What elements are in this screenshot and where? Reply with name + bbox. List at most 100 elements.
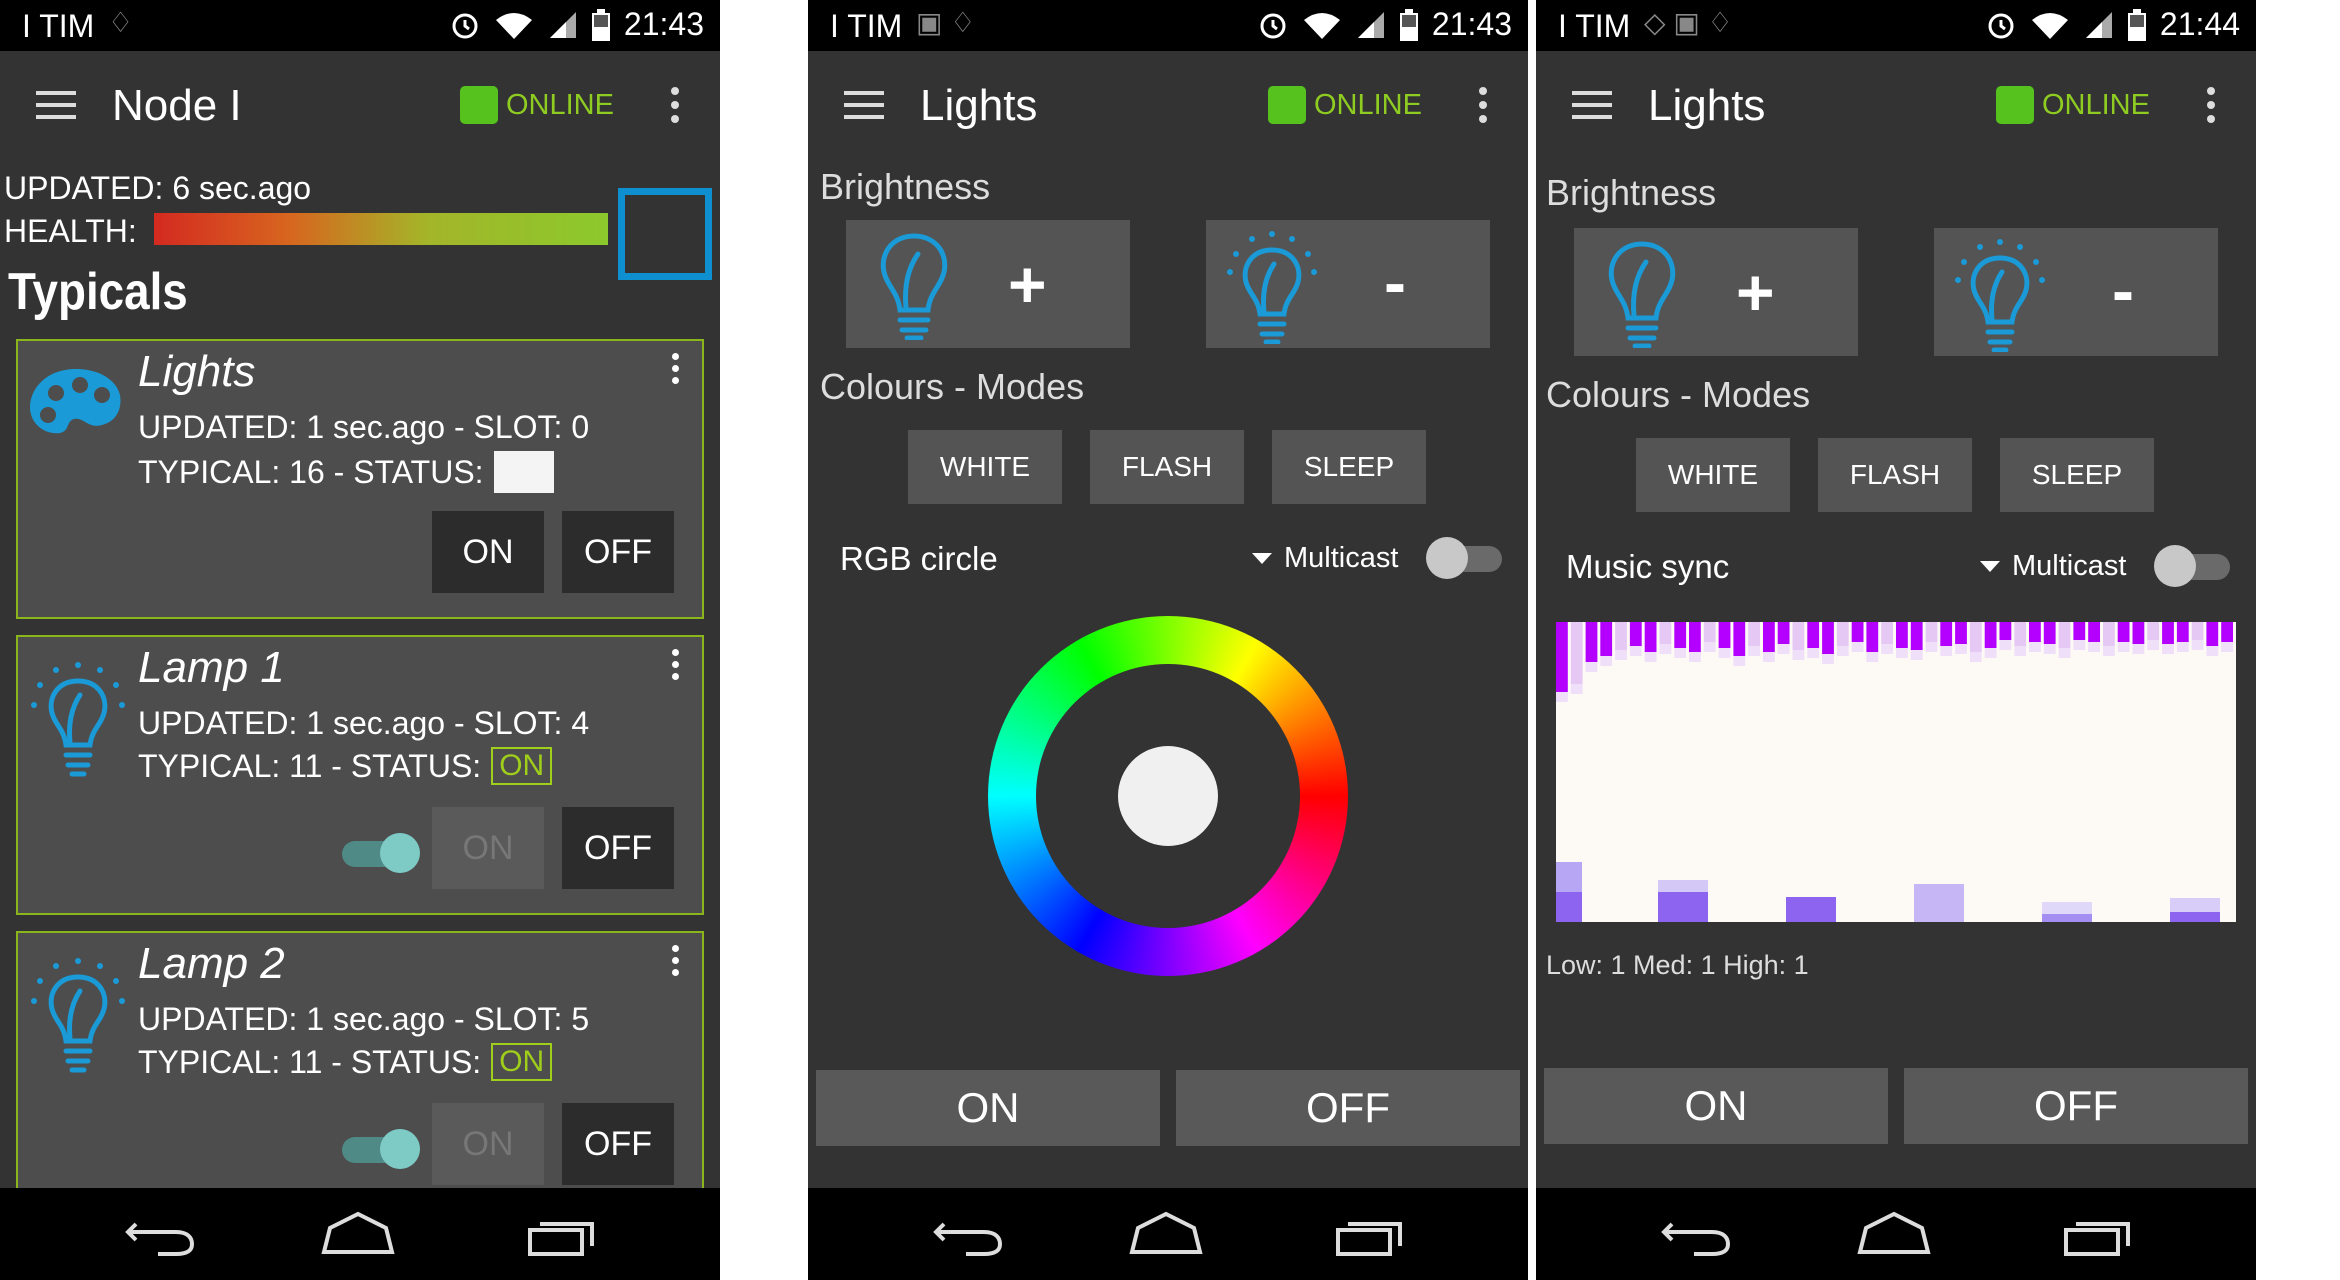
off-button[interactable]: OFF xyxy=(562,807,674,889)
card-overflow-icon[interactable] xyxy=(670,945,680,981)
lamp-toggle[interactable] xyxy=(342,1129,420,1169)
spectrum-peak-shadow xyxy=(1703,642,1716,652)
home-icon[interactable] xyxy=(320,1206,396,1262)
spectrum-peak xyxy=(2103,622,2115,646)
brightness-up-button[interactable]: + xyxy=(1574,228,1858,356)
spectrum-peak xyxy=(1910,622,1923,650)
back-icon[interactable] xyxy=(124,1206,196,1262)
spectrum-peak-shadow xyxy=(1733,656,1746,666)
brightness-down-button[interactable]: - xyxy=(1206,220,1490,348)
status-bar: I TIM ▣ ♢ 21:43 xyxy=(808,0,1528,51)
overflow-icon[interactable] xyxy=(2206,87,2216,127)
spectrum-peak xyxy=(1556,622,1568,692)
bulb-icon xyxy=(1608,241,1676,348)
menu-icon[interactable] xyxy=(844,91,884,119)
multicast-dropdown[interactable]: Multicast xyxy=(1980,550,2126,583)
spectrum-bar xyxy=(1658,892,1708,922)
bulb-icon xyxy=(1227,231,1317,344)
on-button[interactable]: ON xyxy=(432,511,544,593)
signal-icon xyxy=(2085,11,2112,38)
alarm-icon xyxy=(1988,13,2014,38)
on-button[interactable]: ON xyxy=(432,1103,544,1185)
off-button[interactable]: OFF xyxy=(1176,1070,1520,1146)
spectrum-peak xyxy=(1896,622,1908,648)
spectrum-peak-shadow xyxy=(1570,684,1583,694)
signal-icon xyxy=(1357,11,1384,38)
lamp-toggle[interactable] xyxy=(342,833,420,873)
spectrum-peak xyxy=(2088,622,2100,642)
on-button[interactable]: ON xyxy=(432,807,544,889)
spectrum-peak-shadow xyxy=(2147,640,2160,650)
status-badge: ON xyxy=(491,747,553,785)
spectrum-peak-shadow xyxy=(2162,644,2174,654)
recents-icon[interactable] xyxy=(526,1206,598,1262)
multicast-dropdown[interactable]: Multicast xyxy=(1252,542,1398,575)
spectrum-peak xyxy=(2206,622,2219,646)
spectrum-peak xyxy=(2132,622,2145,644)
bulb-icon xyxy=(1955,239,2045,352)
spectrum-graph xyxy=(1556,622,2233,922)
battery-icon xyxy=(591,8,610,41)
typical-card-lights[interactable]: Lights UPDATED: 1 sec.ago - SLOT: 0 TYPI… xyxy=(16,339,704,619)
spectrum-bar xyxy=(2170,912,2220,922)
spectrum-peak xyxy=(2029,622,2041,642)
brightness-up-button[interactable]: + xyxy=(846,220,1130,348)
square-icon[interactable] xyxy=(618,188,712,280)
card-title: Lamp 1 xyxy=(138,643,285,692)
color-preview-knob[interactable] xyxy=(1118,746,1218,846)
off-button[interactable]: OFF xyxy=(1904,1068,2248,1144)
spectrum-peak-shadow xyxy=(1955,644,1967,654)
home-icon[interactable] xyxy=(1856,1206,1932,1262)
card-updated: UPDATED: 1 sec.ago - SLOT: 4 xyxy=(138,705,590,741)
brightness-label: Brightness xyxy=(820,166,991,207)
spectrum-peak xyxy=(2147,622,2160,640)
mode-flash-button[interactable]: FLASH xyxy=(1090,430,1244,504)
menu-icon[interactable] xyxy=(36,91,76,119)
bulb-icon xyxy=(26,955,126,1080)
mode-sleep-button[interactable]: SLEEP xyxy=(1272,430,1426,504)
card-overflow-icon[interactable] xyxy=(670,353,680,389)
card-overflow-icon[interactable] xyxy=(670,649,680,685)
multicast-toggle[interactable] xyxy=(1426,537,1504,579)
brightness-down-button[interactable]: - xyxy=(1934,228,2218,356)
card-typical-text: TYPICAL: 11 - STATUS: xyxy=(138,747,482,784)
mode-white-button[interactable]: WHITE xyxy=(1636,438,1790,512)
mode-white-button[interactable]: WHITE xyxy=(908,430,1062,504)
back-icon[interactable] xyxy=(1660,1206,1732,1262)
palette-icon xyxy=(26,363,126,458)
back-icon[interactable] xyxy=(932,1206,1004,1262)
spectrum-peak-shadow xyxy=(1999,640,2012,650)
mode-sleep-button[interactable]: SLEEP xyxy=(2000,438,2154,512)
multicast-toggle[interactable] xyxy=(2154,545,2232,587)
health-bar xyxy=(154,213,608,245)
spectrum-peak xyxy=(1851,622,1864,642)
overflow-icon[interactable] xyxy=(670,87,680,127)
off-button[interactable]: OFF xyxy=(562,1103,674,1185)
card-typical-text: TYPICAL: 16 - STATUS: xyxy=(138,453,484,490)
typical-card-lamp2[interactable]: Lamp 2 UPDATED: 1 sec.ago - SLOT: 5 TYPI… xyxy=(16,931,704,1211)
overflow-icon[interactable] xyxy=(1478,87,1488,127)
online-status: ONLINE xyxy=(1268,86,1422,124)
plus-label: + xyxy=(1736,255,1775,329)
page-title: Node I xyxy=(112,81,242,130)
card-typical-text: TYPICAL: 11 - STATUS: xyxy=(138,1043,482,1080)
spectrum-peak-shadow xyxy=(1925,642,1938,652)
bulb-icon xyxy=(26,659,126,784)
off-button[interactable]: OFF xyxy=(562,511,674,593)
screen-lights-music: I TIM ◇ ▣ ♢ 21:44 Lights ONLINE Brightne… xyxy=(1536,0,2256,1280)
on-button[interactable]: ON xyxy=(816,1070,1160,1146)
card-title: Lights xyxy=(138,347,256,396)
home-icon[interactable] xyxy=(1128,1206,1204,1262)
typical-card-lamp1[interactable]: Lamp 1 UPDATED: 1 sec.ago - SLOT: 4 TYPI… xyxy=(16,635,704,915)
wifi-icon xyxy=(495,12,532,39)
spectrum-peak-shadow xyxy=(2221,642,2233,652)
recents-icon[interactable] xyxy=(1334,1206,1406,1262)
mode-flash-button[interactable]: FLASH xyxy=(1818,438,1972,512)
on-button[interactable]: ON xyxy=(1544,1068,1888,1144)
spectrum-peak-shadow xyxy=(1674,648,1687,658)
spectrum-peak xyxy=(1703,622,1716,642)
rgb-color-wheel[interactable] xyxy=(988,616,1348,976)
menu-icon[interactable] xyxy=(1572,91,1612,119)
alarm-icon xyxy=(1260,13,1286,38)
recents-icon[interactable] xyxy=(2062,1206,2134,1262)
